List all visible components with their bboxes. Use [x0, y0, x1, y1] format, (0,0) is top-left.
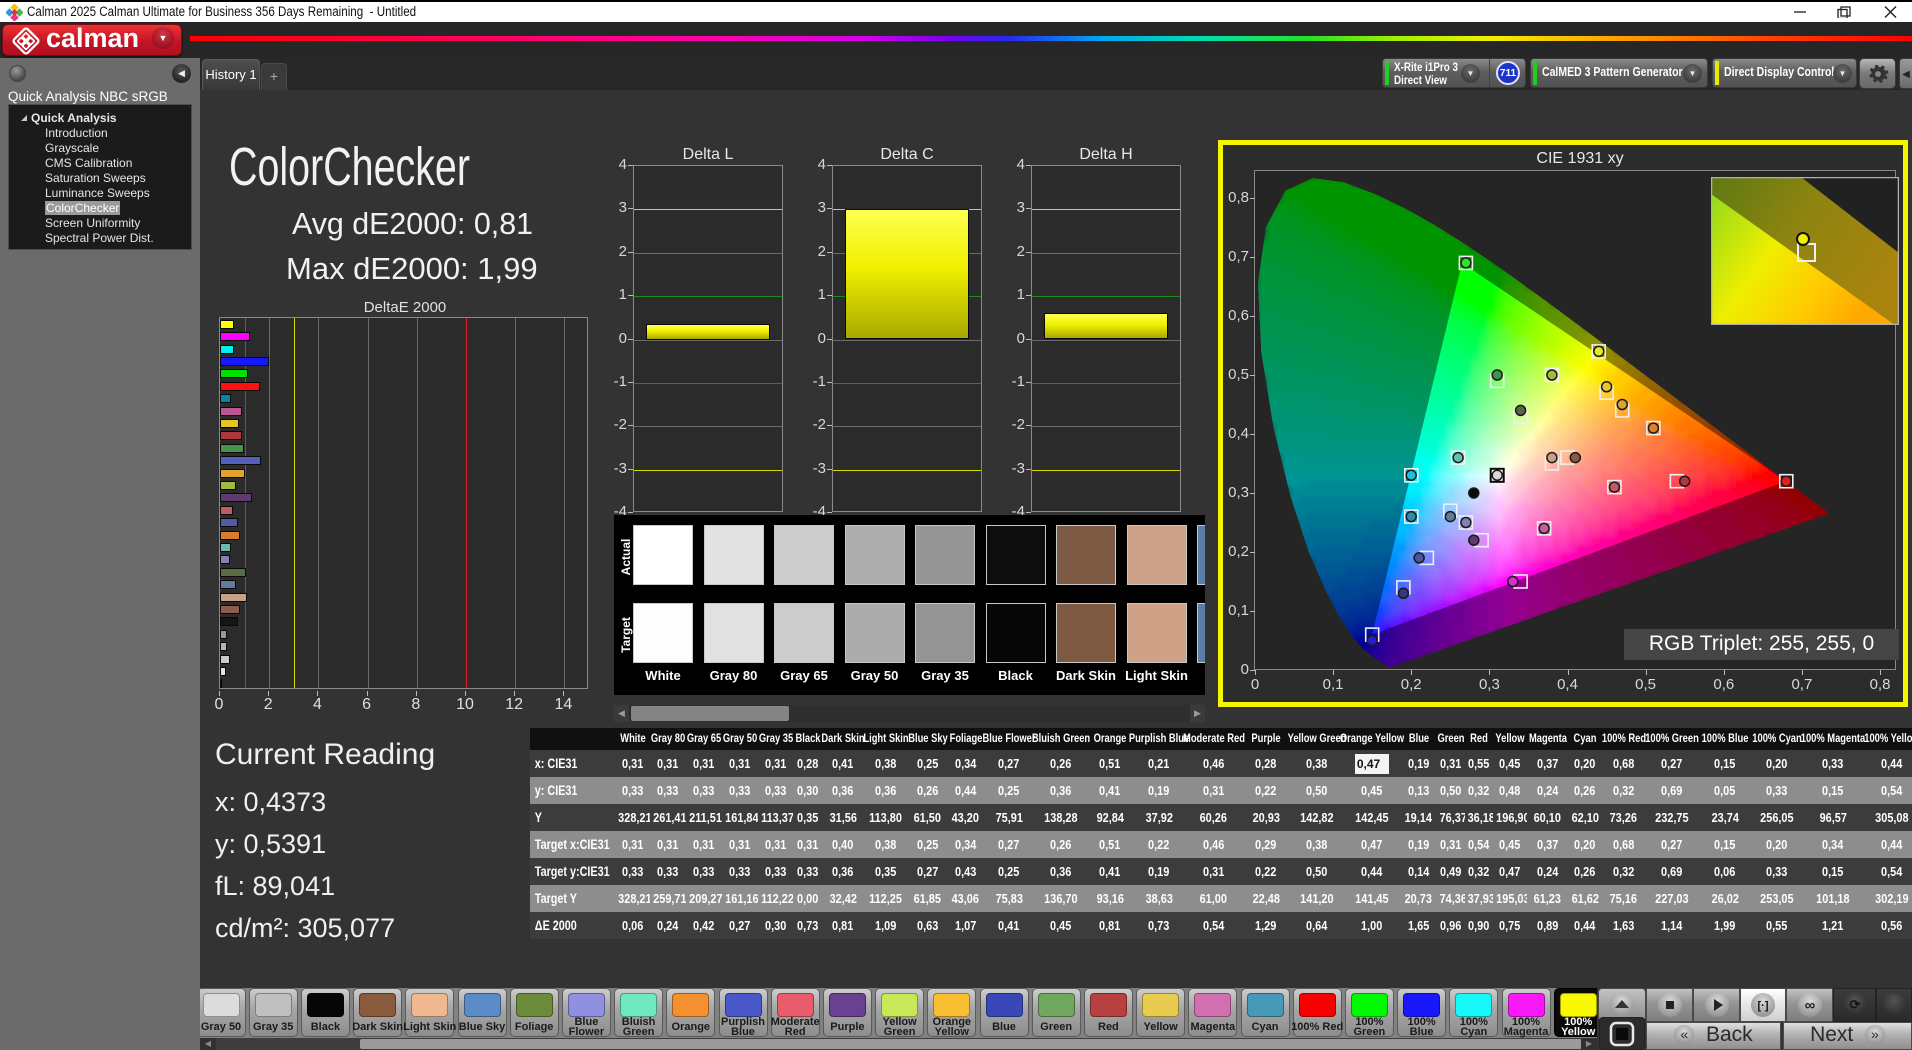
svg-text:[·]: [·] — [1758, 1000, 1769, 1012]
svg-text:⟳: ⟳ — [1849, 997, 1860, 1012]
svg-text:∞: ∞ — [1804, 997, 1815, 1014]
